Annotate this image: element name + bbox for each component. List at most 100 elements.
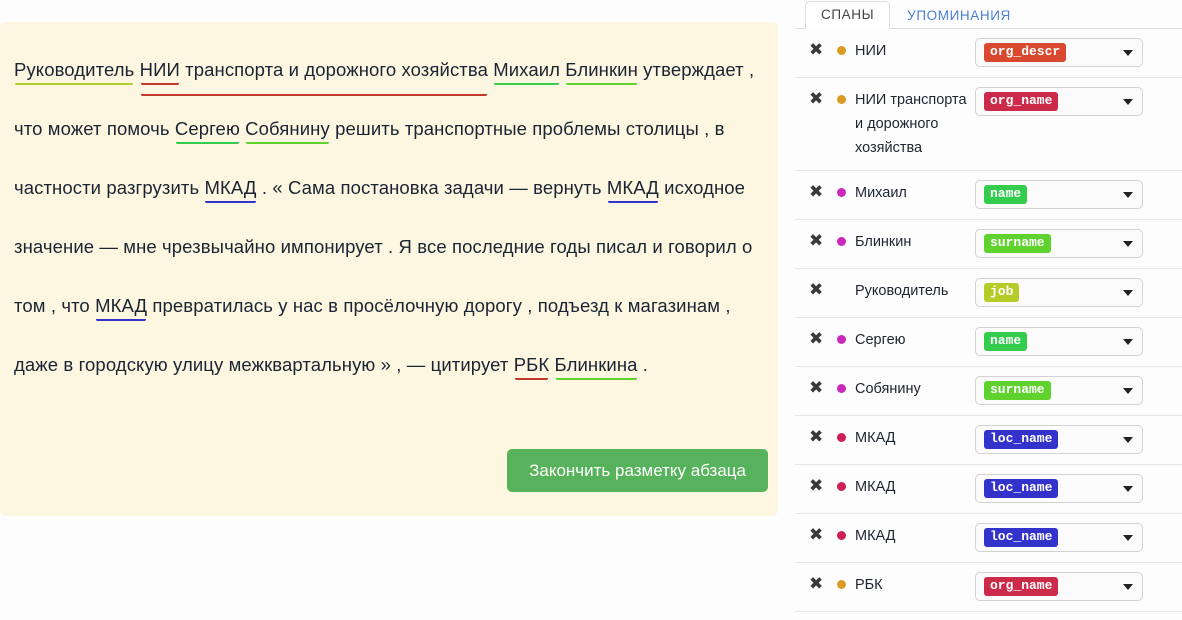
span-type-select[interactable]: surname — [975, 229, 1143, 258]
text-token[interactable]: столицы — [626, 99, 699, 158]
text-token[interactable]: дорогу — [464, 276, 522, 335]
text-token[interactable]: чрезвычайно — [162, 217, 275, 276]
remove-span-icon[interactable]: ✖ — [809, 426, 831, 448]
text-token[interactable]: » — [381, 335, 391, 394]
text-span-job[interactable]: Руководитель — [14, 40, 134, 99]
text-token[interactable]: все — [417, 217, 446, 276]
text-span-loc_name[interactable]: МКАД — [607, 158, 659, 217]
text-token[interactable]: , — [527, 276, 532, 335]
text-token[interactable]: последние — [452, 217, 545, 276]
text-token[interactable]: Я — [399, 217, 412, 276]
text-token[interactable]: помочь — [107, 99, 170, 158]
text-token[interactable]: импонирует — [281, 217, 383, 276]
span-type-select[interactable]: org_name — [975, 572, 1143, 601]
span-type-select[interactable]: job — [975, 278, 1143, 307]
span-type-select[interactable]: org_name — [975, 87, 1143, 116]
span-type-select[interactable]: org_descr — [975, 38, 1143, 67]
text-span-surname[interactable]: Блинкин — [565, 40, 638, 99]
remove-span-icon[interactable]: ✖ — [809, 328, 831, 350]
text-span-org_descr[interactable]: НИИ транспорта и дорожного хозяйства — [140, 40, 488, 99]
text-token[interactable]: и — [652, 217, 662, 276]
text-span-surname[interactable]: Собянину — [245, 99, 330, 158]
text-span-org_name[interactable]: РБК — [514, 335, 550, 394]
text-token[interactable]: проблемы — [532, 99, 620, 158]
text-token[interactable]: , — [704, 99, 709, 158]
text-span-name[interactable]: Михаил — [493, 40, 560, 99]
text-token[interactable]: нас — [293, 276, 323, 335]
text-token[interactable]: в — [328, 276, 338, 335]
span-type-select[interactable]: name — [975, 180, 1143, 209]
text-token[interactable]: утверждает — [643, 40, 744, 99]
text-token[interactable]: задачи — [444, 158, 504, 217]
remove-span-icon[interactable]: ✖ — [809, 475, 831, 497]
remove-span-icon[interactable]: ✖ — [809, 230, 831, 252]
text-token[interactable]: — — [99, 217, 118, 276]
text-span-surname[interactable]: Блинкина — [555, 335, 638, 394]
text-token[interactable]: постановка — [340, 158, 438, 217]
span-type-select[interactable]: loc_name — [975, 474, 1143, 503]
text-token[interactable]: писал — [596, 217, 647, 276]
text-token[interactable]: Сама — [288, 158, 335, 217]
text-token[interactable]: транспортные — [405, 99, 527, 158]
text-span-loc_name[interactable]: МКАД — [204, 158, 256, 217]
span-type-select[interactable]: loc_name — [975, 523, 1143, 552]
text-token[interactable]: . — [388, 217, 393, 276]
text-token[interactable]: — — [509, 158, 528, 217]
remove-span-icon[interactable]: ✖ — [809, 279, 831, 301]
text-token[interactable]: в — [63, 335, 73, 394]
text-token[interactable]: подъезд — [538, 276, 609, 335]
text-token[interactable]: мне — [123, 217, 157, 276]
text-token[interactable]: решить — [335, 99, 399, 158]
text-token[interactable]: . — [262, 158, 267, 217]
span-type-select[interactable]: loc_name — [975, 425, 1143, 454]
tab-mentions[interactable]: УПОМИНАНИЯ — [890, 2, 1028, 30]
text-token[interactable]: межквартальную — [229, 335, 376, 394]
remove-span-icon[interactable]: ✖ — [809, 39, 831, 61]
text-token[interactable]: частности — [14, 158, 101, 217]
text-token[interactable]: разгрузить — [106, 158, 199, 217]
text-token[interactable]: « — [272, 158, 282, 217]
text-span-loc_name[interactable]: МКАД — [95, 276, 147, 335]
text-token[interactable]: в — [715, 99, 725, 158]
text-span-org_name[interactable]: НИИ — [140, 40, 180, 99]
text-token[interactable]: , — [725, 276, 730, 335]
span-type-select[interactable]: surname — [975, 376, 1143, 405]
text-token[interactable]: что — [14, 99, 43, 158]
remove-span-icon[interactable]: ✖ — [809, 181, 831, 203]
text-token[interactable]: магазинам — [628, 276, 720, 335]
text-token[interactable]: даже — [14, 335, 58, 394]
text-token[interactable]: годы — [550, 217, 591, 276]
remove-span-icon[interactable]: ✖ — [809, 88, 831, 110]
text-token[interactable]: улицу — [173, 335, 223, 394]
text-token[interactable]: к — [614, 276, 622, 335]
text-token[interactable]: дорожного — [304, 40, 396, 99]
text-token[interactable]: цитирует — [431, 335, 509, 394]
text-token[interactable]: городскую — [79, 335, 168, 394]
text-token[interactable]: может — [48, 99, 102, 158]
text-token[interactable]: исходное — [664, 158, 745, 217]
text-token[interactable]: — — [407, 335, 426, 394]
text-token[interactable]: том — [14, 276, 46, 335]
text-token[interactable]: и — [289, 40, 299, 99]
text-token[interactable]: , — [749, 40, 754, 99]
text-token[interactable]: хозяйства — [401, 40, 488, 99]
text-token[interactable]: что — [61, 276, 90, 335]
text-token[interactable]: просёлочную — [343, 276, 458, 335]
span-type-select[interactable]: name — [975, 327, 1143, 356]
annotated-paragraph-text[interactable]: Руководитель НИИ транспорта и дорожного … — [14, 40, 756, 394]
text-token[interactable]: транспорта — [185, 40, 283, 99]
text-token[interactable]: о — [742, 217, 752, 276]
text-token[interactable]: значение — [14, 217, 94, 276]
text-token[interactable]: у — [278, 276, 287, 335]
text-token[interactable]: , — [396, 335, 401, 394]
finish-paragraph-markup-button[interactable]: Закончить разметку абзаца — [507, 449, 768, 492]
remove-span-icon[interactable]: ✖ — [809, 524, 831, 546]
remove-span-icon[interactable]: ✖ — [809, 377, 831, 399]
text-token[interactable]: превратилась — [152, 276, 273, 335]
remove-span-icon[interactable]: ✖ — [809, 573, 831, 595]
text-token[interactable]: . — [643, 335, 648, 394]
text-token[interactable]: говорил — [668, 217, 737, 276]
text-span-name[interactable]: Сергею — [175, 99, 240, 158]
tab-spans[interactable]: СПАНЫ — [805, 1, 890, 30]
text-token[interactable]: , — [51, 276, 56, 335]
